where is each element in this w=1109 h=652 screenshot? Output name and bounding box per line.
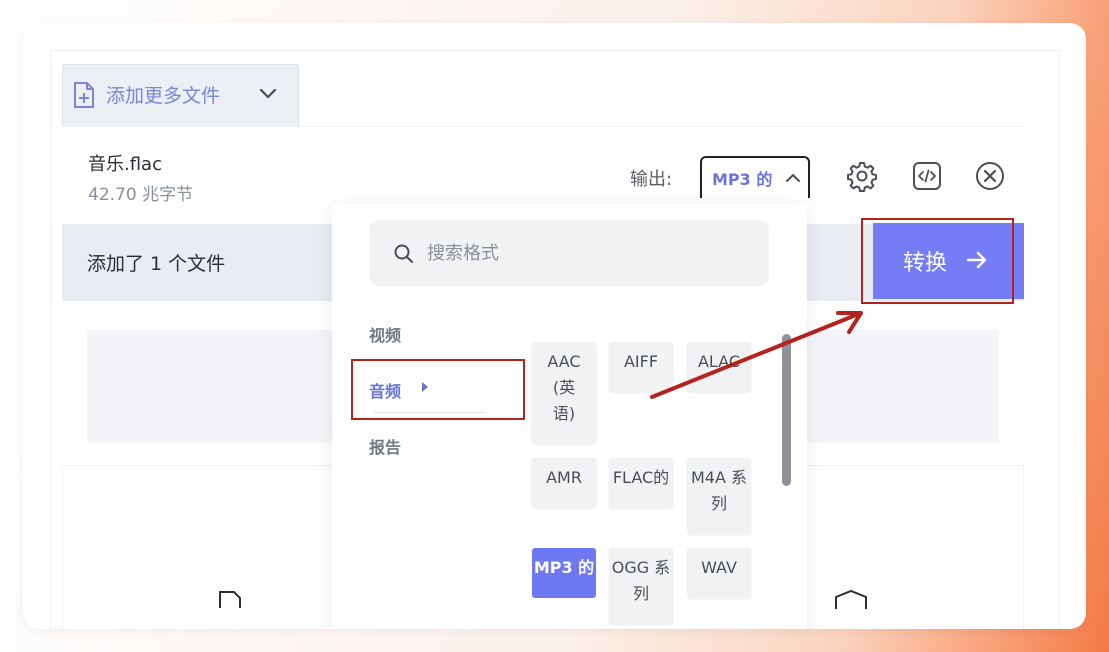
format-option-alac[interactable]: ALAC [687, 342, 751, 392]
format-option-aiff[interactable]: AIFF [609, 342, 673, 392]
category-audio[interactable]: 音频 [369, 378, 401, 402]
file-plus-icon [74, 82, 94, 108]
chevron-down-icon[interactable] [259, 87, 277, 101]
output-label: 输出: [630, 169, 673, 190]
category-video[interactable]: 视频 [369, 322, 401, 346]
search-icon [394, 244, 413, 263]
add-more-files-label: 添加更多文件 [106, 85, 221, 107]
format-option-m4a[interactable]: M4A 系列 [687, 458, 751, 534]
gear-icon[interactable] [846, 160, 878, 192]
format-search-box[interactable] [369, 220, 769, 286]
caret-right-icon [422, 382, 428, 392]
arrow-right-icon [966, 251, 987, 269]
format-option-ogg[interactable]: OGG 系列 [609, 548, 673, 624]
file-name: 音乐.flac [88, 154, 162, 175]
format-option-wav[interactable]: WAV [687, 548, 751, 598]
code-icon[interactable] [911, 160, 943, 192]
close-circle-icon[interactable] [974, 160, 1006, 192]
category-report[interactable]: 报告 [369, 434, 401, 458]
category-divider [373, 412, 485, 413]
format-option-aac[interactable]: AAC (英语) [532, 342, 596, 444]
format-search-input[interactable] [427, 236, 747, 270]
converter-panel: 添加更多文件 音乐.flac 42.70 兆字节 输出: MP3 的 添加了 1… [23, 23, 1086, 629]
chevron-up-icon [786, 173, 800, 182]
file-size: 42.70 兆字节 [88, 185, 194, 205]
format-dropdown: 视频 音频 报告 AAC (英语) AIFF ALAC AMR FLAC的 M4… [332, 204, 807, 629]
shield-icon [835, 589, 867, 609]
convert-label: 转换 [903, 251, 948, 276]
format-option-amr[interactable]: AMR [532, 458, 596, 508]
document-icon [219, 591, 241, 608]
format-list-scrollbar[interactable] [782, 334, 791, 486]
convert-button[interactable]: 转换 [873, 223, 1024, 299]
output-format-select[interactable]: MP3 的 [700, 156, 810, 198]
format-option-mp3[interactable]: MP3 的 [532, 548, 596, 598]
format-option-flac[interactable]: FLAC的 [609, 458, 673, 508]
add-more-files-button[interactable]: 添加更多文件 [62, 64, 299, 126]
files-added-text: 添加了 1 个文件 [87, 253, 226, 275]
output-format-value: MP3 的 [712, 170, 773, 189]
